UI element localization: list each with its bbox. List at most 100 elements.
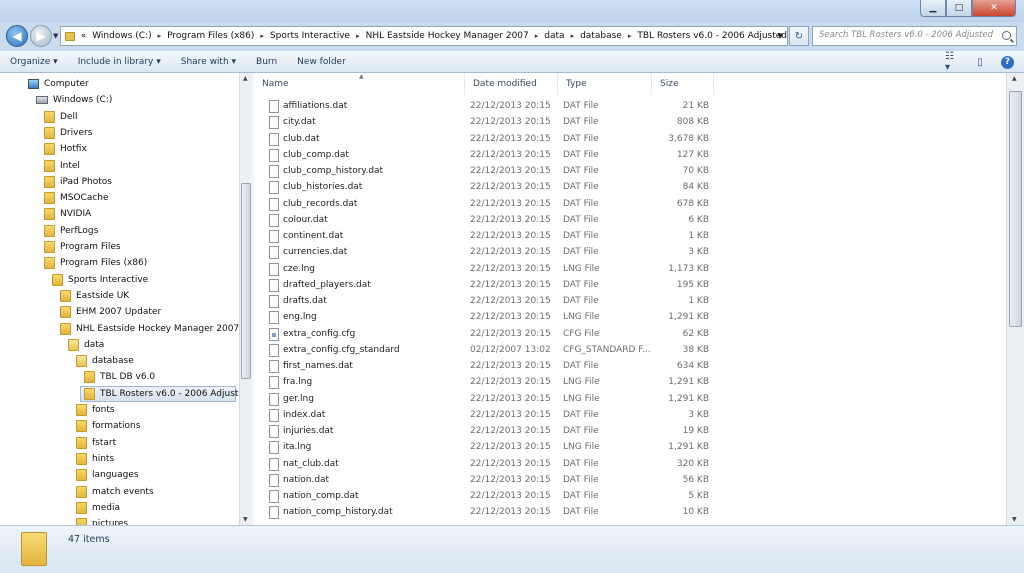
- breadcrumb-separator-icon[interactable]: ▸: [628, 32, 632, 40]
- tree-item[interactable]: match events: [76, 484, 154, 500]
- file-row[interactable]: drafts.dat 22/12/2013 20:15 DAT File 1 KB: [254, 294, 1006, 310]
- tree-item[interactable]: PerfLogs: [44, 223, 98, 239]
- recent-pages-dropdown[interactable]: ▼: [53, 32, 58, 40]
- breadcrumb-item[interactable]: database: [580, 31, 622, 41]
- file-row[interactable]: club_comp_history.dat 22/12/2013 20:15 DAT…: [254, 164, 1006, 180]
- address-bar[interactable]: « Windows (C:) ▸ Program Files (x86) ▸ Sports…: [60, 26, 788, 46]
- scroll-up-icon[interactable]: ▲: [1012, 75, 1017, 82]
- chevron-down-icon[interactable]: ▼: [778, 32, 783, 40]
- tree-item[interactable]: data: [68, 337, 104, 353]
- file-row[interactable]: nation_comp.dat 22/12/2013 20:15 DAT File 5…: [254, 489, 1006, 505]
- file-row[interactable]: eng.lng 22/12/2013 20:15 LNG File 1,291 KB: [254, 310, 1006, 326]
- breadcrumb-separator-icon[interactable]: ▸: [158, 32, 162, 40]
- scrollbar-thumb[interactable]: [1009, 91, 1022, 327]
- tree-item[interactable]: media: [76, 500, 120, 516]
- new-folder-button[interactable]: New folder: [287, 57, 356, 67]
- breadcrumb-item[interactable]: TBL Rosters v6.0 - 2006 Adjusted: [637, 31, 787, 41]
- tree-item[interactable]: NVIDIA: [44, 206, 91, 222]
- tree-item[interactable]: Intel: [44, 158, 80, 174]
- file-row[interactable]: first_names.dat 22/12/2013 20:15 DAT File 6…: [254, 359, 1006, 375]
- file-row[interactable]: ger.lng 22/12/2013 20:15 LNG File 1,291 KB: [254, 392, 1006, 408]
- breadcrumb-separator-icon[interactable]: ▸: [535, 32, 539, 40]
- file-row[interactable]: currencies.dat 22/12/2013 20:15 DAT File 3 …: [254, 245, 1006, 261]
- breadcrumb-item[interactable]: data: [544, 31, 564, 41]
- tree-item[interactable]: Dell: [44, 109, 77, 125]
- breadcrumb-separator-icon[interactable]: ▸: [571, 32, 575, 40]
- column-header-name[interactable]: Name ▲: [254, 73, 465, 95]
- tree-item[interactable]: database: [76, 353, 134, 369]
- file-row[interactable]: club_records.dat 22/12/2013 20:15 DAT File…: [254, 197, 1006, 213]
- tree-item[interactable]: fonts: [76, 402, 115, 418]
- file-row[interactable]: cze.lng 22/12/2013 20:15 LNG File 1,173 KB: [254, 262, 1006, 278]
- navigation-scrollbar[interactable]: ▲ ▼: [239, 73, 251, 525]
- file-row[interactable]: affiliations.dat 22/12/2013 20:15 DAT File…: [254, 99, 1006, 115]
- tree-item[interactable]: Eastside UK: [60, 288, 129, 304]
- file-row[interactable]: city.dat 22/12/2013 20:15 DAT File 808 KB: [254, 115, 1006, 131]
- tree-item[interactable]: NHL Eastside Hockey Manager 2007: [60, 321, 239, 337]
- tree-item[interactable]: Sports Interactive: [52, 272, 148, 288]
- preview-pane-icon[interactable]: ▯: [973, 55, 987, 69]
- maximize-button[interactable]: □: [946, 0, 972, 17]
- breadcrumb-item[interactable]: NHL Eastside Hockey Manager 2007: [366, 31, 529, 41]
- scrollbar-thumb[interactable]: [241, 183, 251, 379]
- tree-item[interactable]: Program Files: [44, 239, 121, 255]
- tree-item[interactable]: Windows (C:): [36, 92, 112, 108]
- file-row[interactable]: fra.lng 22/12/2013 20:15 LNG File 1,291 KB: [254, 375, 1006, 391]
- file-list-scrollbar[interactable]: ▲ ▼: [1006, 73, 1024, 525]
- breadcrumb-item[interactable]: Windows (C:): [92, 31, 151, 41]
- breadcrumb-item[interactable]: Program Files (x86): [167, 31, 254, 41]
- file-row[interactable]: extra_config.cfg 22/12/2013 20:15 CFG File…: [254, 327, 1006, 343]
- tree-item[interactable]: Computer: [28, 76, 89, 92]
- tree-item[interactable]: Program Files (x86): [44, 255, 147, 271]
- file-size: 3 KB: [688, 409, 709, 420]
- column-header-date[interactable]: Date modified: [465, 73, 558, 95]
- file-row[interactable]: nation_comp_history.dat 22/12/2013 20:15 D…: [254, 505, 1006, 521]
- refresh-button[interactable]: ↻: [789, 26, 809, 46]
- burn-button[interactable]: Burn: [246, 57, 287, 67]
- file-row[interactable]: club.dat 22/12/2013 20:15 DAT File 3,678 KB: [254, 132, 1006, 148]
- view-options-icon[interactable]: ☷ ▾: [945, 51, 959, 73]
- breadcrumb-separator-icon[interactable]: ▸: [356, 32, 360, 40]
- column-header-type[interactable]: Type: [558, 73, 652, 95]
- file-row[interactable]: index.dat 22/12/2013 20:15 DAT File 3 KB: [254, 408, 1006, 424]
- scroll-down-icon[interactable]: ▼: [243, 516, 248, 523]
- include-in-library-menu[interactable]: Include in library ▾: [68, 57, 171, 67]
- file-size: 84 KB: [682, 182, 709, 193]
- tree-item[interactable]: hints: [76, 451, 114, 467]
- tree-item[interactable]: EHM 2007 Updater: [60, 304, 161, 320]
- back-button[interactable]: ◀: [6, 25, 28, 47]
- file-row[interactable]: extra_config.cfg_standard 02/12/2007 13:0…: [254, 343, 1006, 359]
- tree-item[interactable]: iPad Photos: [44, 174, 112, 190]
- tree-item[interactable]: Drivers: [44, 125, 92, 141]
- organize-menu[interactable]: Organize ▾: [0, 57, 68, 67]
- share-with-menu[interactable]: Share with ▾: [171, 57, 246, 67]
- column-header-size[interactable]: Size: [652, 73, 714, 95]
- tree-item[interactable]: TBL Rosters v6.0 - 2006 Adjusted: [80, 385, 239, 402]
- tree-item[interactable]: formations: [76, 418, 140, 434]
- tree-item[interactable]: fstart: [76, 435, 116, 451]
- scroll-down-icon[interactable]: ▼: [1012, 516, 1017, 523]
- file-row[interactable]: nation.dat 22/12/2013 20:15 DAT File 56 KB: [254, 473, 1006, 489]
- tree-item[interactable]: MSOCache: [44, 190, 109, 206]
- file-row[interactable]: nat_club.dat 22/12/2013 20:15 DAT File 320 …: [254, 457, 1006, 473]
- breadcrumb-item[interactable]: Sports Interactive: [270, 31, 350, 41]
- file-row[interactable]: colour.dat 22/12/2013 20:15 DAT File 6 KB: [254, 213, 1006, 229]
- tree-item[interactable]: Hotfix: [44, 141, 87, 157]
- scroll-up-icon[interactable]: ▲: [243, 75, 248, 82]
- file-row[interactable]: continent.dat 22/12/2013 20:15 DAT File 1 K…: [254, 229, 1006, 245]
- tree-item[interactable]: TBL DB v6.0: [84, 369, 155, 385]
- file-row[interactable]: ita.lng 22/12/2013 20:15 LNG File 1,291 KB: [254, 440, 1006, 456]
- tree-item[interactable]: pictures: [76, 516, 128, 525]
- breadcrumb-separator-icon[interactable]: ▸: [260, 32, 264, 40]
- search-input[interactable]: Search TBL Rosters v6.0 - 2006 Adjusted: [812, 26, 1017, 46]
- tree-item[interactable]: languages: [76, 467, 139, 483]
- file-row[interactable]: injuries.dat 22/12/2013 20:15 DAT File 19 K…: [254, 424, 1006, 440]
- file-row[interactable]: club_histories.dat 22/12/2013 20:15 DAT Fi…: [254, 180, 1006, 196]
- minimize-button[interactable]: ▁: [920, 0, 946, 17]
- forward-button[interactable]: ▶: [30, 25, 52, 47]
- file-row[interactable]: club_comp.dat 22/12/2013 20:15 DAT File 127…: [254, 148, 1006, 164]
- help-icon[interactable]: ?: [1001, 55, 1014, 69]
- breadcrumb-overflow[interactable]: «: [81, 31, 87, 41]
- close-button[interactable]: ✕: [972, 0, 1016, 17]
- file-row[interactable]: drafted_players.dat 22/12/2013 20:15 DAT F…: [254, 278, 1006, 294]
